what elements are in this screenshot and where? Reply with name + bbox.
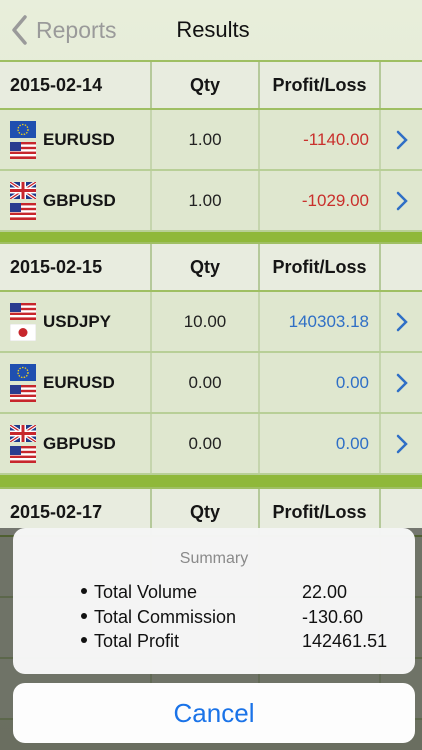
qty: 1.00 bbox=[152, 171, 260, 230]
symbol: EURUSD bbox=[43, 129, 115, 149]
table-row[interactable]: GBPUSD 0.00 0.00 bbox=[0, 414, 422, 475]
chevron-right-icon[interactable] bbox=[395, 311, 409, 333]
currency-flags bbox=[10, 180, 36, 222]
bullet-icon bbox=[81, 613, 87, 620]
currency-flags bbox=[10, 301, 36, 343]
currency-flags bbox=[10, 423, 36, 465]
profit-loss: -1140.00 bbox=[260, 110, 381, 169]
currency-flags bbox=[10, 362, 36, 404]
chevron-right-icon[interactable] bbox=[395, 372, 409, 394]
gb-flag-icon bbox=[10, 424, 36, 442]
qty: 0.00 bbox=[152, 353, 260, 412]
table-row[interactable]: EURUSD 0.00 0.00 bbox=[0, 353, 422, 414]
section-date: 2015-02-15 bbox=[0, 244, 152, 290]
us-flag-icon bbox=[10, 302, 36, 320]
us-flag-icon bbox=[10, 445, 36, 463]
profit-loss: 0.00 bbox=[260, 414, 381, 473]
us-flag-icon bbox=[10, 141, 36, 159]
summary-title: Summary bbox=[179, 550, 249, 567]
profit-loss-header: Profit/Loss bbox=[260, 244, 381, 290]
section-2015-02-14: 2015-02-14 Qty Profit/Loss EURUSD 1.00 -… bbox=[0, 60, 422, 246]
qty: 0.00 bbox=[152, 414, 260, 473]
us-flag-icon bbox=[10, 384, 36, 402]
symbol: GBPUSD bbox=[43, 433, 116, 453]
chevron-right-icon[interactable] bbox=[395, 190, 409, 212]
profit-loss-header: Profit/Loss bbox=[260, 62, 381, 108]
table-row[interactable]: USDJPY 10.00 140303.18 bbox=[0, 292, 422, 353]
nav-bar: Reports Results bbox=[0, 0, 422, 60]
eu-flag-icon bbox=[10, 363, 36, 381]
summary-item-value: 142461.51 bbox=[302, 631, 388, 651]
table-row[interactable]: EURUSD 1.00 -1140.00 bbox=[0, 110, 422, 171]
profit-loss: 140303.18 bbox=[260, 292, 381, 351]
section-date: 2015-02-14 bbox=[0, 62, 152, 108]
summary-item-label: Total Commission bbox=[81, 607, 236, 628]
jp-flag-icon bbox=[10, 323, 36, 341]
cancel-button[interactable]: Cancel bbox=[13, 683, 415, 743]
section-header: 2015-02-15 Qty Profit/Loss bbox=[0, 242, 422, 292]
summary-sheet: Summary Total Volume 22.00 Total Commiss… bbox=[13, 528, 415, 674]
qty-header: Qty bbox=[152, 244, 260, 290]
page-title: Results bbox=[176, 17, 250, 42]
bullet-icon bbox=[81, 637, 87, 644]
us-flag-icon bbox=[10, 202, 36, 220]
symbol: EURUSD bbox=[43, 372, 115, 392]
chevron-right-icon[interactable] bbox=[395, 433, 409, 455]
bullet-icon bbox=[81, 588, 87, 595]
symbol: USDJPY bbox=[43, 311, 112, 331]
section-2015-02-15: 2015-02-15 Qty Profit/Loss USDJPY 10.00 … bbox=[0, 242, 422, 489]
profit-loss: 0.00 bbox=[260, 353, 381, 412]
qty: 1.00 bbox=[152, 110, 260, 169]
symbol: GBPUSD bbox=[43, 190, 116, 210]
eu-flag-icon bbox=[10, 120, 36, 138]
table-row[interactable]: GBPUSD 1.00 -1029.00 bbox=[0, 171, 422, 232]
section-header: 2015-02-14 Qty Profit/Loss bbox=[0, 60, 422, 110]
summary-item-label: Total Profit bbox=[81, 631, 179, 652]
chevron-right-icon[interactable] bbox=[395, 129, 409, 151]
currency-flags bbox=[10, 119, 36, 161]
summary-item-label: Total Volume bbox=[81, 582, 197, 603]
summary-item-value: 22.00 bbox=[302, 582, 348, 602]
qty-header: Qty bbox=[152, 62, 260, 108]
gb-flag-icon bbox=[10, 181, 36, 199]
qty: 10.00 bbox=[152, 292, 260, 351]
summary-item-value: -130.60 bbox=[302, 607, 364, 627]
profit-loss: -1029.00 bbox=[260, 171, 381, 230]
